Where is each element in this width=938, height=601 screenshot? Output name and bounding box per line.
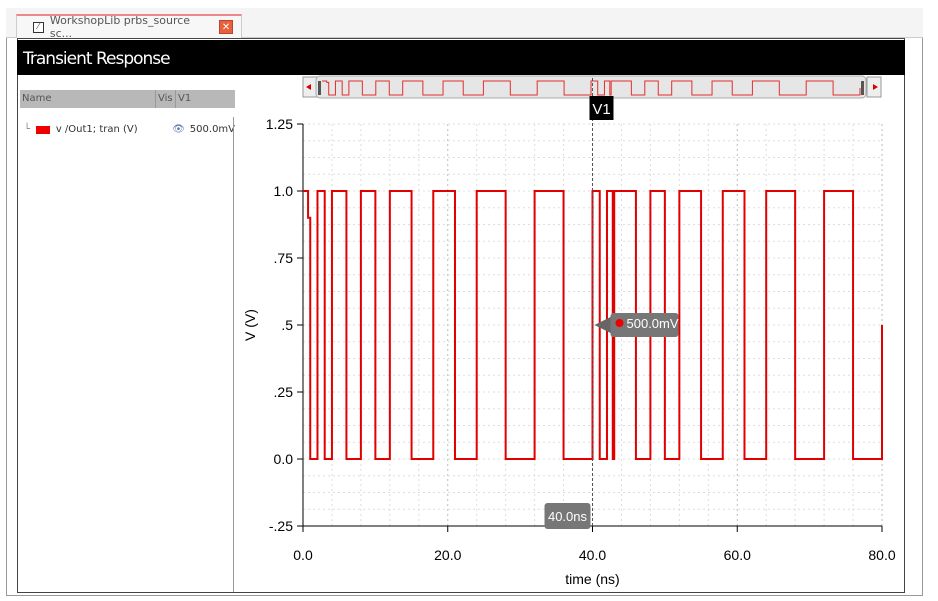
plot-area: 1.251.0.75.5.250.0-.250.0 20.0 40.0 60.0 80.… bbox=[242, 75, 896, 587]
y-tick-label: .5 bbox=[281, 317, 293, 333]
thumb-right-grip[interactable] bbox=[861, 81, 864, 95]
marker-point bbox=[615, 319, 624, 327]
x-tick-label: 20.0 bbox=[434, 547, 461, 563]
x-axis-label: time (ns) bbox=[565, 571, 619, 587]
y-tick-label: .25 bbox=[274, 384, 294, 400]
x-tick-label: 40.0 bbox=[579, 547, 606, 563]
x-tick-label: 80.0 bbox=[868, 547, 895, 563]
y-tick-label: 1.25 bbox=[266, 116, 293, 132]
marker-label: V1 bbox=[592, 101, 610, 118]
y-tick-label: -.25 bbox=[269, 518, 293, 534]
marker-y-value: 500.0mV bbox=[627, 316, 679, 331]
y-tick-label: 1.0 bbox=[274, 183, 294, 199]
overview-trace bbox=[322, 80, 861, 96]
x-tick-label: 60.0 bbox=[724, 547, 751, 563]
y-axis-label: V (V) bbox=[242, 309, 258, 341]
x-tick-label: 0.0 bbox=[293, 547, 313, 563]
marker-x-value: 40.0ns bbox=[548, 509, 588, 524]
y-tick-label: 0.0 bbox=[274, 451, 294, 467]
thumb-left-grip[interactable] bbox=[318, 81, 321, 95]
y-tick-label: .75 bbox=[274, 250, 294, 266]
